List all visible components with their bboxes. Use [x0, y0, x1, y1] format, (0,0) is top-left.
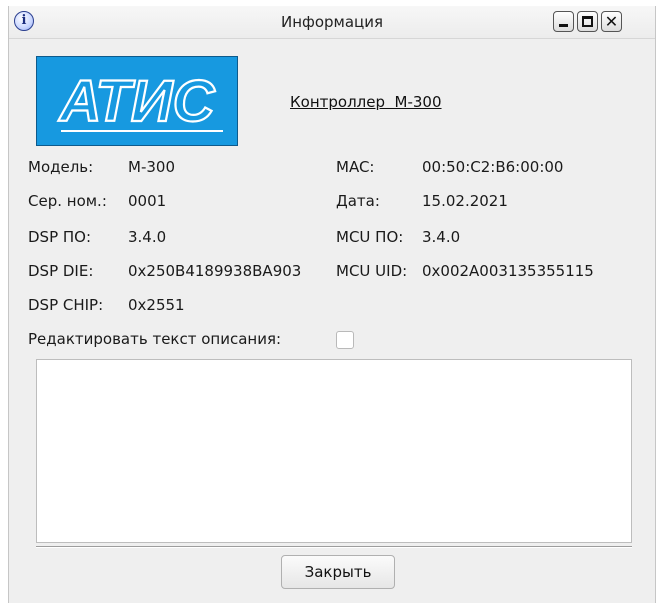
minimize-button[interactable]	[553, 11, 574, 32]
close-button[interactable]: Закрыть	[281, 555, 395, 589]
close-window-button[interactable]: ✕	[601, 11, 622, 32]
serial-label: Сер. ном.:	[28, 192, 107, 210]
minimize-icon	[559, 24, 568, 27]
date-value: 15.02.2021	[422, 192, 508, 210]
dsp-die-value: 0x250B4189938BA903	[128, 262, 302, 280]
info-dialog: i Информация ✕ АТИС Контроллер М-300 Мод…	[8, 6, 656, 603]
atis-logo: АТИС	[36, 56, 238, 146]
mcu-po-label: MCU ПО:	[336, 228, 404, 246]
svg-text:АТИС: АТИС	[57, 69, 215, 134]
dsp-chip-value: 0x2551	[128, 296, 185, 314]
maximize-button[interactable]	[577, 11, 598, 32]
serial-value: 0001	[128, 192, 167, 210]
mac-label: MAC:	[336, 158, 375, 176]
close-icon: ✕	[604, 12, 619, 31]
mac-value: 00:50:C2:B6:00:00	[422, 158, 564, 176]
maximize-icon	[582, 16, 593, 27]
description-textarea[interactable]	[36, 359, 632, 543]
model-label: Модель:	[28, 158, 94, 176]
edit-description-label: Редактировать текст описания:	[28, 330, 282, 348]
model-value: М-300	[128, 158, 175, 176]
dsp-po-value: 3.4.0	[128, 228, 167, 246]
title-bar[interactable]: i Информация ✕	[9, 6, 655, 39]
divider	[36, 546, 632, 548]
mcu-uid-value: 0x002A003135355115	[422, 262, 594, 280]
mcu-uid-label: MCU UID:	[336, 262, 408, 280]
date-label: Дата:	[336, 192, 380, 210]
dsp-chip-label: DSP CHIP:	[28, 296, 104, 314]
dsp-die-label: DSP DIE:	[28, 262, 94, 280]
edit-description-checkbox[interactable]	[336, 331, 354, 349]
mcu-po-value: 3.4.0	[422, 228, 461, 246]
dsp-po-label: DSP ПО:	[28, 228, 92, 246]
controller-title: Контроллер М-300	[290, 93, 442, 111]
